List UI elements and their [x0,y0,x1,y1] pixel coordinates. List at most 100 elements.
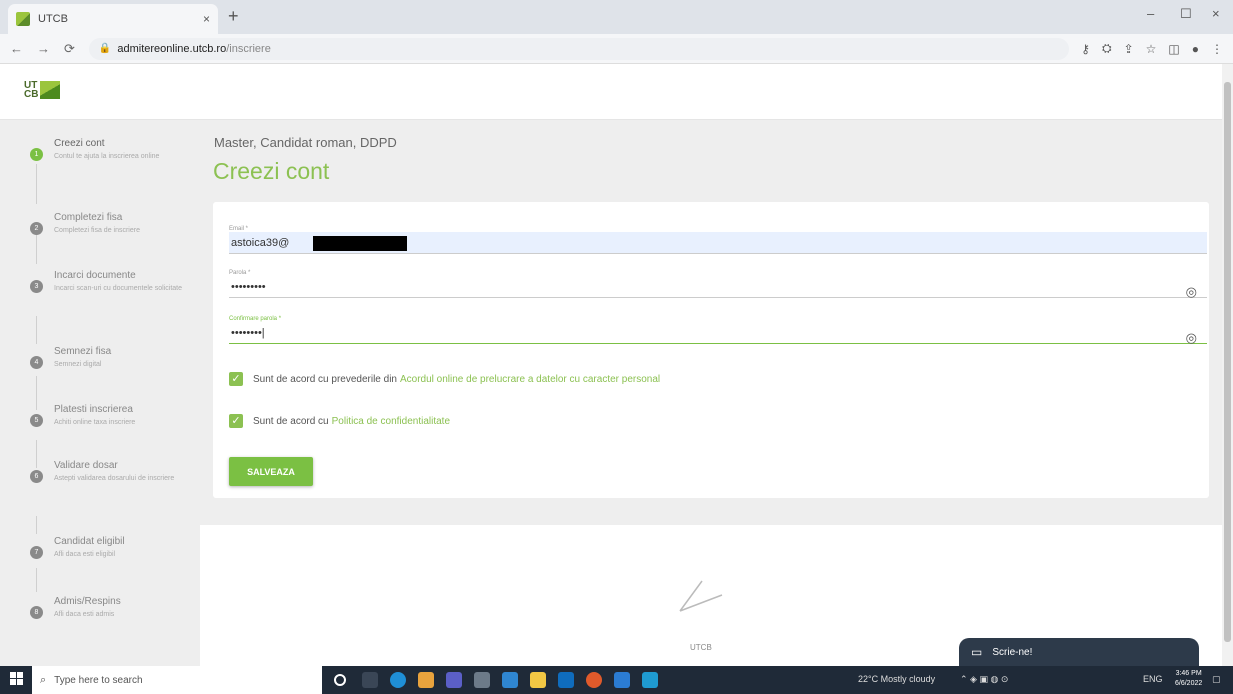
step-title: Admis/Respins [54,596,121,607]
step-eligible[interactable]: 7 Candidat eligibil Afli daca esti eligi… [30,536,190,560]
browser-tab[interactable]: UTCB × [8,4,218,34]
chat-icon: ▭ [971,645,983,659]
scrollbar-thumb[interactable] [1224,82,1231,642]
confirm-password-group: Confirmare parola * ◎ [229,316,1207,346]
language-indicator[interactable]: ENG [1143,674,1163,684]
search-placeholder: Type here to search [54,674,143,686]
key-icon[interactable]: ⚷ [1081,42,1090,56]
program-subtitle: Master, Candidat roman, DDPD [214,135,397,150]
step-title: Candidat eligibil [54,536,125,547]
step-connector [36,232,37,264]
clock-time: 3:46 PM [1175,670,1202,677]
notifications-icon[interactable]: ▢ [1212,674,1221,685]
search-icon: ⌕ [40,673,47,686]
task-view-icon[interactable] [362,672,378,688]
step-title: Validare dosar [54,460,118,471]
create-account-form: Email * Parola * ◎ Confirmare parola * ◎… [213,202,1209,498]
consent-privacy-text: Sunt de acord cu [253,415,329,427]
tab-title: UTCB [38,13,68,25]
utcb-logo[interactable]: UT CB [24,80,60,100]
file-explorer-icon[interactable] [530,672,546,688]
new-tab-button[interactable]: + [228,6,239,27]
step-pay[interactable]: 5 Platesti inscrierea Achiti online taxa… [30,404,190,428]
reload-icon[interactable]: ⟳ [64,41,75,57]
step-sign-form[interactable]: 4 Semnezi fisa Semnezi digital [30,346,190,370]
taskbar-search-input[interactable]: ⌕ Type here to search [32,666,322,694]
eye-slash-icon[interactable]: ◎ [1186,330,1197,346]
step-title: Completezi fisa [54,212,123,223]
step-create-account[interactable]: 1 Creezi cont Contul te ajuta la inscrie… [30,138,190,162]
browser-toolbar: ← → ⟳ 🔒 admitereonline.utcb.ro /inscrier… [0,34,1233,64]
step-number: 5 [30,414,43,427]
step-upload-documents[interactable]: 3 Incarci documente Incarci scan-uri cu … [30,270,190,294]
step-desc: Astepti validarea dosarului de inscriere [54,475,175,482]
step-title: Semnezi fisa [54,346,112,357]
footer-text: UTCB [690,643,712,652]
step-desc: Afli daca esti eligibil [54,551,116,558]
clock-date: 6/6/2022 [1175,680,1203,687]
site-header: UT CB [0,64,1222,120]
step-number: 1 [30,148,43,161]
main-content: Master, Candidat roman, DDPD Creezi cont… [200,120,1222,666]
step-connector [36,316,37,344]
close-window-button[interactable]: × [1212,6,1220,21]
mail-icon[interactable] [558,672,574,688]
utcb-favicon-icon [16,12,30,26]
steps-sidebar: 1 Creezi cont Contul te ajuta la inscrie… [0,120,200,666]
share-icon[interactable]: ⇪ [1124,42,1134,56]
step-number: 7 [30,546,43,559]
privacy-policy-link[interactable]: Politica de confidentialitate [332,416,450,427]
edge-icon[interactable] [390,672,406,688]
teams-icon[interactable] [446,672,462,688]
confirm-password-field[interactable] [229,322,1207,344]
address-bar[interactable]: 🔒 admitereonline.utcb.ro /inscriere [88,37,1070,60]
redaction-bar [313,236,407,251]
consent-data-text: Sunt de acord cu prevederile din [253,373,397,385]
cortana-icon[interactable] [334,674,346,686]
consent-data-processing: ✓ Sunt de acord cu prevederile din Acord… [229,372,660,386]
app-icon[interactable] [502,672,518,688]
password-field[interactable] [229,276,1207,298]
windows-start-icon[interactable] [10,672,24,686]
page-scrollbar[interactable] [1222,64,1233,666]
maximize-button[interactable]: ☐ [1180,6,1192,22]
chrome-icon[interactable] [418,672,434,688]
tray-icons[interactable]: ⌃ ◈ ▣ ◍ ⊙ [960,674,1008,685]
step-validation[interactable]: 6 Validare dosar Astepti validarea dosar… [30,460,190,484]
step-number: 3 [30,280,43,293]
bookmark-star-icon[interactable]: ☆ [1146,42,1157,56]
lock-icon: 🔒 [98,43,112,54]
save-button[interactable]: SALVEAZA [229,457,313,486]
minimize-button[interactable]: – [1147,6,1154,21]
clock[interactable]: 3:46 PM 6/6/2022 [1175,669,1202,689]
step-number: 8 [30,606,43,619]
step-connector [36,516,37,534]
app-icon[interactable] [474,672,490,688]
step-complete-form[interactable]: 2 Completezi fisa Completezi fisa de ins… [30,212,190,236]
firefox-icon[interactable] [586,672,602,688]
sidepanel-icon[interactable]: ◫ [1168,42,1179,56]
profile-icon[interactable]: ● [1192,42,1199,56]
url-path: /inscriere [226,42,271,55]
weather-text[interactable]: 22°C Mostly cloudy [858,674,935,684]
consent-privacy-checkbox[interactable]: ✓ [229,414,243,428]
back-arrow-icon[interactable]: ← [10,41,23,56]
step-connector [36,568,37,592]
step-number: 4 [30,356,43,369]
translate-icon[interactable]: ⛭ [1102,41,1112,56]
password-group: Parola * ◎ [229,270,1207,300]
menu-kebab-icon[interactable]: ⋮ [1211,42,1223,56]
word-icon[interactable] [614,672,630,688]
eye-slash-icon[interactable]: ◎ [1186,284,1197,300]
data-processing-agreement-link[interactable]: Acordul online de prelucrare a datelor c… [400,374,660,385]
email-group: Email * [229,226,1207,254]
logo-text: UT CB [24,80,39,100]
step-desc: Achiti online taxa inscriere [54,419,136,426]
chat-widget[interactable]: ▭ Scrie-ne! [959,638,1199,666]
consent-data-checkbox[interactable]: ✓ [229,372,243,386]
step-admitted[interactable]: 8 Admis/Respins Afli daca esti admis [30,596,190,620]
forward-arrow-icon[interactable]: → [37,41,50,56]
chat-label: Scrie-ne! [992,646,1033,658]
tab-close-icon[interactable]: × [203,12,210,26]
app-icon[interactable] [642,672,658,688]
